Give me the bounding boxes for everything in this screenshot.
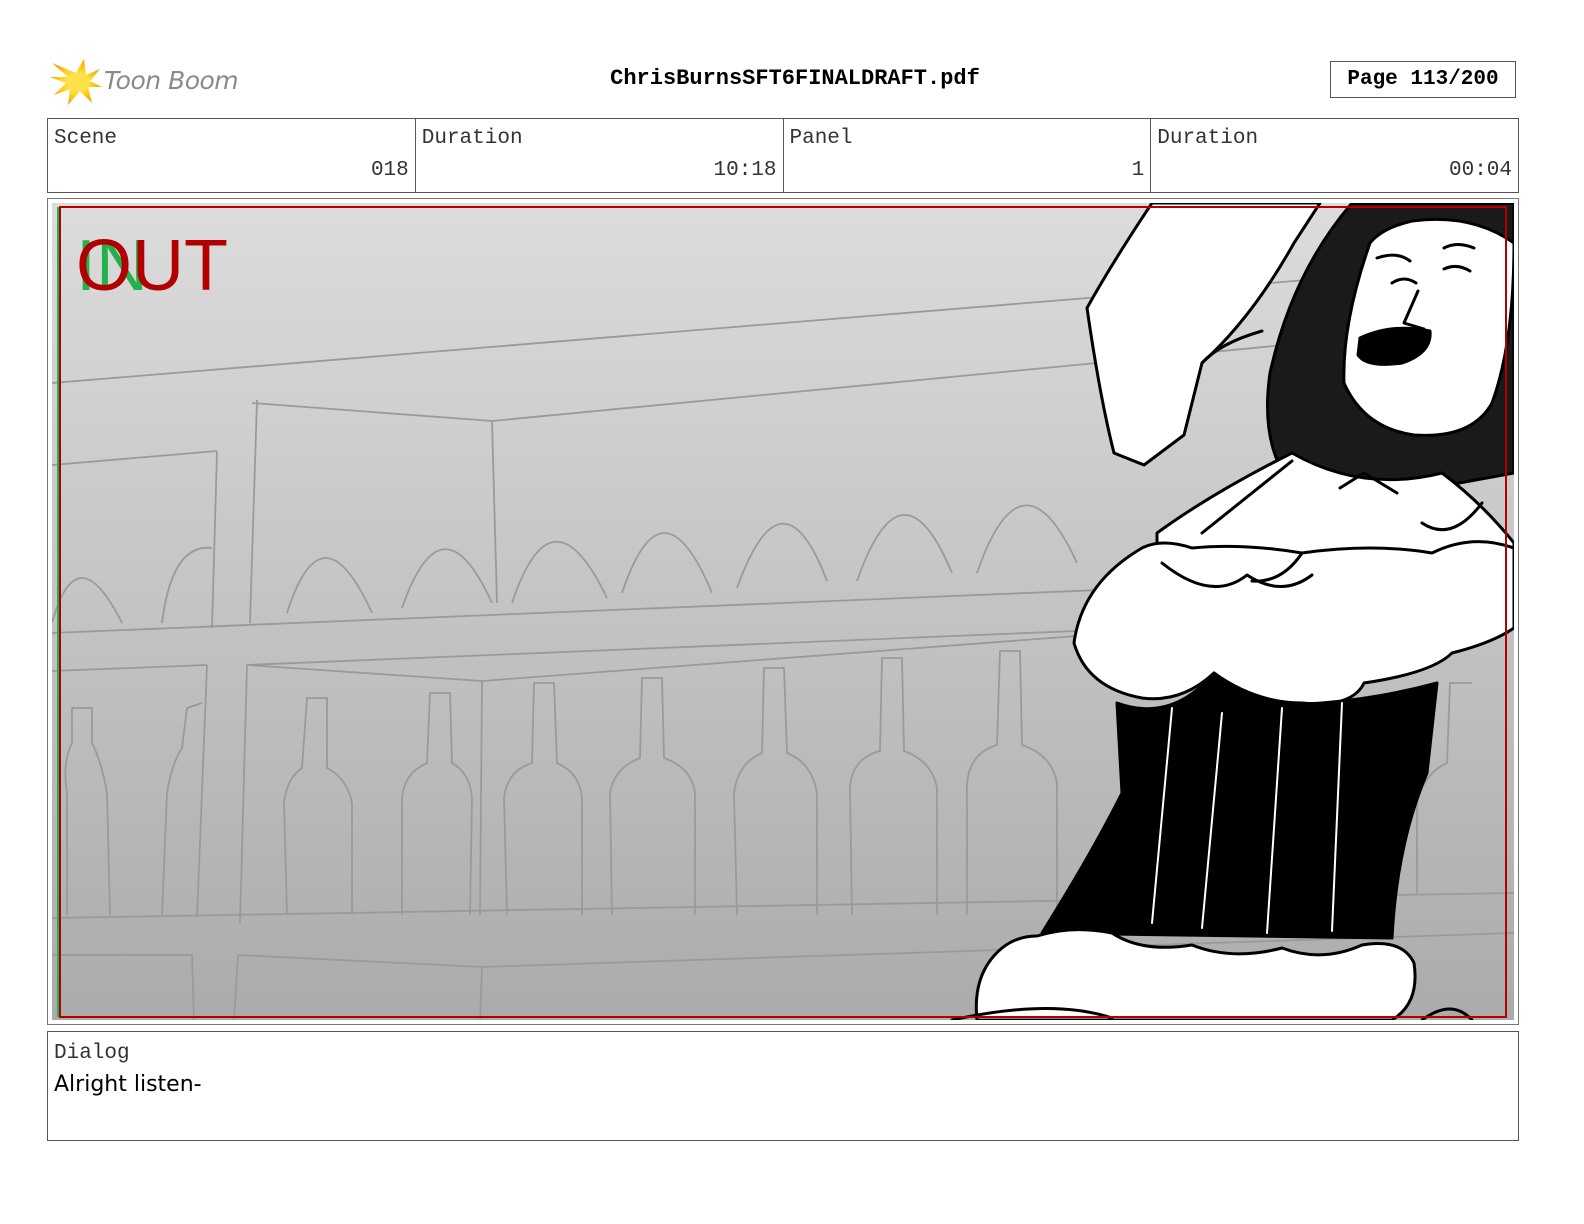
scene-label: Scene: [54, 127, 118, 150]
scene-duration-label: Duration: [421, 127, 523, 150]
panel-duration-cell: Duration 00:04: [1151, 119, 1518, 192]
in-out-marker: IN OUT: [76, 226, 256, 306]
panel-label: Panel: [789, 127, 853, 150]
panel-value: 1: [1131, 159, 1145, 182]
storyboard-panel-image: [52, 203, 1514, 1020]
dialog-text: Alright listen-: [54, 1072, 202, 1097]
scene-info-table: Scene 018 Duration 10:18 Panel 1 Duratio…: [47, 118, 1519, 193]
panel-duration-value: 00:04: [1448, 159, 1512, 182]
panel-cell: Panel 1: [784, 119, 1152, 192]
scene-duration-cell: Duration 10:18: [416, 119, 784, 192]
scene-duration-value: 10:18: [713, 159, 777, 182]
scene-cell: Scene 018: [48, 119, 416, 192]
page-indicator: Page 113/200: [1330, 61, 1516, 98]
dialog-label: Dialog: [54, 1042, 130, 1065]
document-title: ChrisBurnsSFT6FINALDRAFT.pdf: [610, 66, 980, 91]
scene-value: 018: [370, 159, 409, 182]
out-marker: OUT: [76, 226, 228, 306]
dialog-box: Dialog Alright listen-: [47, 1031, 1519, 1141]
panel-duration-label: Duration: [1157, 127, 1259, 150]
logo-text: Toon Boom: [104, 66, 239, 95]
